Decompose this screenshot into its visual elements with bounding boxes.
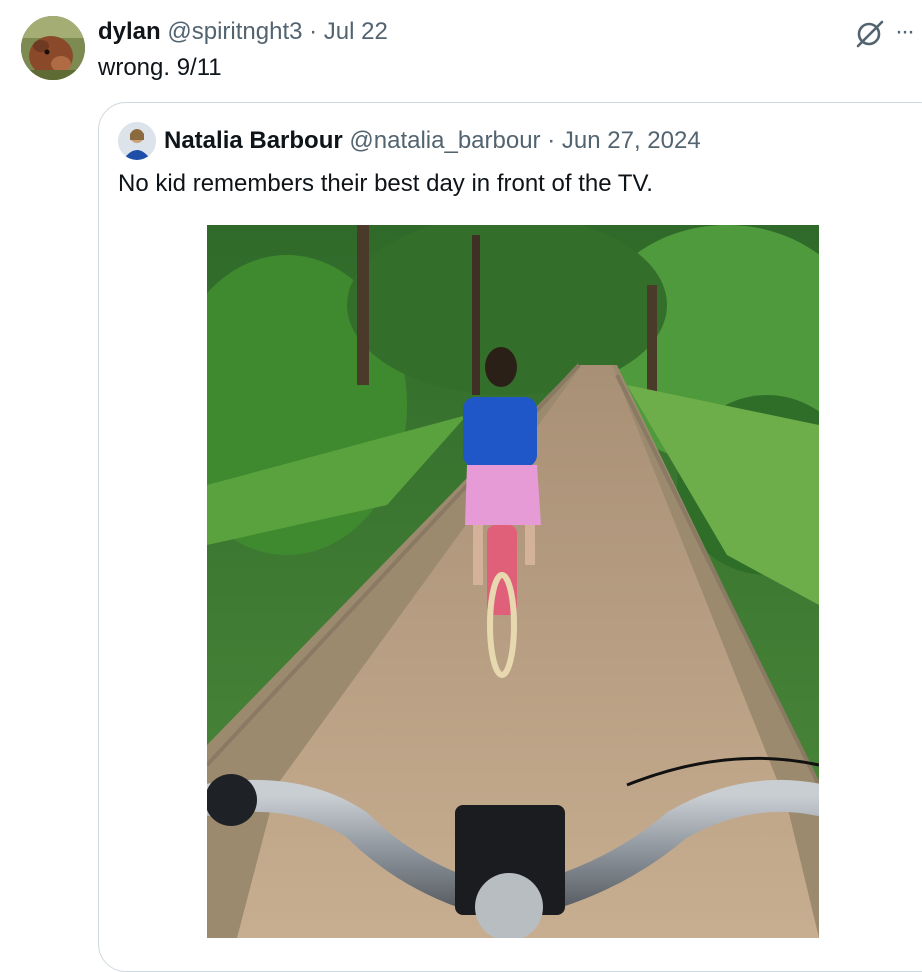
grok-icon[interactable] xyxy=(852,16,888,52)
separator: · xyxy=(309,18,318,45)
quoted-tweet-photo[interactable] xyxy=(207,225,819,938)
tweet-header: dylan @spiritnght3 · Jul 22 xyxy=(98,16,388,48)
user-avatar[interactable] xyxy=(21,16,85,80)
more-options-icon[interactable]: ··· xyxy=(895,20,915,44)
tweet-date[interactable]: Jul 22 xyxy=(324,18,388,45)
quoted-user-avatar[interactable] xyxy=(118,122,156,160)
quoted-tweet-header: Natalia Barbour @natalia_barbour · Jun 2… xyxy=(164,124,701,158)
user-handle[interactable]: @spiritnght3 xyxy=(167,18,302,45)
quoted-user-handle[interactable]: @natalia_barbour xyxy=(349,127,540,154)
display-name[interactable]: dylan xyxy=(98,18,161,45)
tweet: dylan @spiritnght3 · Jul 22 wrong. 9/11 … xyxy=(0,0,922,972)
quoted-tweet-date[interactable]: Jun 27, 2024 xyxy=(562,127,701,154)
quoted-tweet-text: No kid remembers their best day in front… xyxy=(118,170,653,197)
tweet-text: wrong. 9/11 xyxy=(98,54,222,81)
separator: · xyxy=(547,127,556,154)
photo-image xyxy=(207,225,819,938)
person-avatar-icon xyxy=(118,122,156,160)
quoted-display-name[interactable]: Natalia Barbour xyxy=(164,127,343,154)
cow-avatar-icon xyxy=(21,16,85,80)
